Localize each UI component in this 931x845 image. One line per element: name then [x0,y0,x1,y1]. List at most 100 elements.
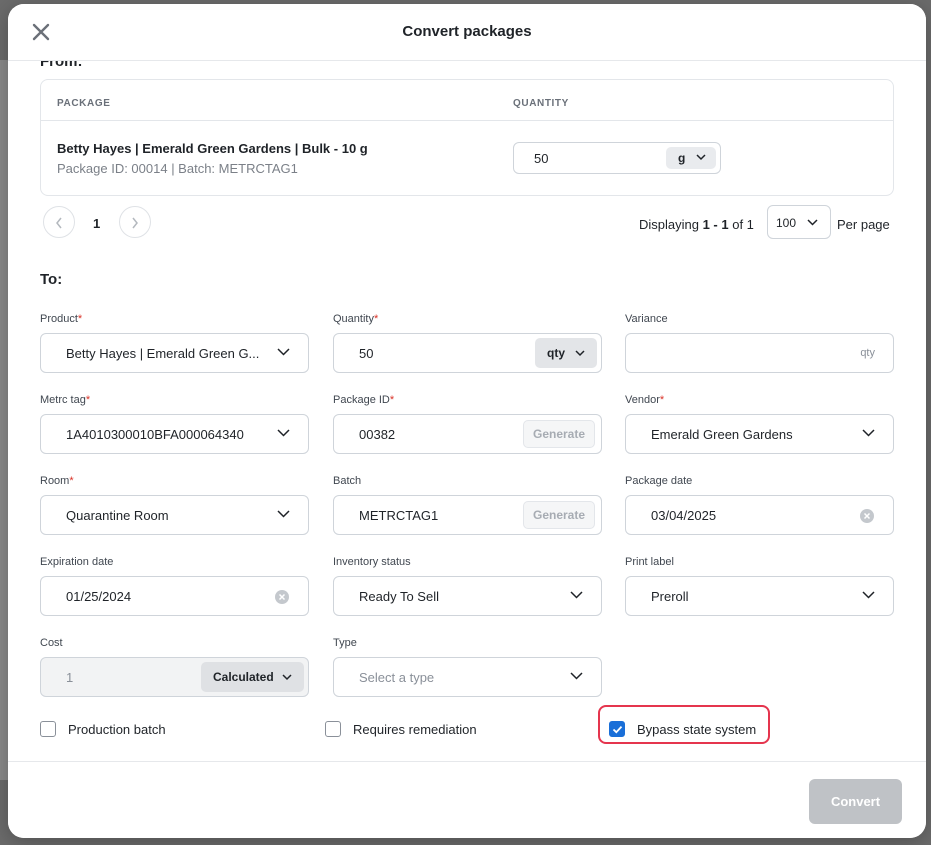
chevron-down-icon [696,154,706,161]
package-date-input[interactable]: 03/04/2025 [625,495,894,535]
variance-input[interactable]: qty [625,333,894,373]
room-label-text: Room [40,475,70,487]
batch-label: Batch [333,475,362,487]
checkmark-icon [612,725,622,733]
clear-icon[interactable] [274,589,290,605]
clear-icon[interactable] [859,508,875,524]
bypass-state-system-checkbox[interactable] [609,721,625,737]
from-heading: From: [40,61,83,70]
cost-input: 1 Calculated [40,657,309,697]
chevron-right-icon [132,217,138,229]
product-select[interactable]: Betty Hayes | Emerald Green G... [40,333,309,373]
pagination-next-button[interactable] [119,206,151,238]
per-page-value: 100 [776,216,797,230]
unit-select[interactable]: g [666,147,716,169]
to-heading: To: [40,271,63,288]
required-marker: * [659,394,665,406]
package-id-input[interactable]: 00382 Generate [333,414,602,454]
required-marker: * [85,394,91,406]
cost-mode-select[interactable]: Calculated [201,662,304,692]
modal-footer: Convert [8,761,926,838]
chevron-down-icon [570,672,583,680]
from-quantity-input[interactable]: 50 g [513,142,721,174]
pagination-prev-button[interactable] [43,206,75,238]
quantity-input[interactable]: 50 qty [333,333,602,373]
batch-input[interactable]: METRCTAG1 Generate [333,495,602,535]
chevron-down-icon [862,429,875,437]
quantity-label-text: Quantity [333,313,374,325]
batch-value: METRCTAG1 [359,508,439,523]
quantity-value: 50 [359,346,374,361]
per-page-label: Per page [837,217,890,232]
chevron-down-icon [807,219,818,226]
quantity-unit: qty [547,346,565,360]
from-packages-table: PACKAGE QUANTITY Betty Hayes | Emerald G… [40,79,894,196]
quantity-label: Quantity* [333,313,378,325]
type-label: Type [333,637,357,649]
package-id-label-text: Package ID [333,394,390,406]
package-id-label: Package ID* [333,394,394,406]
unit-value: g [678,151,686,165]
cost-mode: Calculated [213,670,274,684]
metrc-tag-select[interactable]: 1A4010300010BFA000064340 [40,414,309,454]
displaying-count: Displaying 1 - 1 of 1 [639,217,754,232]
metrc-tag-value: 1A4010300010BFA000064340 [66,427,244,442]
cost-value: 1 [66,670,74,685]
modal-title: Convert packages [402,23,532,40]
chevron-down-icon [277,510,290,518]
inventory-status-value: Ready To Sell [359,589,439,604]
room-select[interactable]: Quarantine Room [40,495,309,535]
bypass-state-system-label[interactable]: Bypass state system [637,722,756,737]
convert-packages-modal: Convert packages From: PACKAGE QUANTITY … [8,4,926,838]
generate-package-id-button[interactable]: Generate [523,420,595,448]
print-label-select[interactable]: Preroll [625,576,894,616]
quantity-unit-select[interactable]: qty [535,338,597,368]
metrc-tag-label: Metrc tag* [40,394,90,406]
pagination-current-page[interactable]: 1 [93,216,100,231]
room-label: Room* [40,475,74,487]
from-quantity-value: 50 [534,151,549,166]
vendor-select[interactable]: Emerald Green Gardens [625,414,894,454]
product-label: Product* [40,313,82,325]
print-label-label: Print label [625,556,674,568]
variance-label: Variance [625,313,668,325]
inventory-status-label: Inventory status [333,556,411,568]
package-date-value: 03/04/2025 [651,508,717,523]
inventory-status-select[interactable]: Ready To Sell [333,576,602,616]
production-batch-label[interactable]: Production batch [68,722,166,737]
table-divider [41,120,893,121]
expiration-date-input[interactable]: 01/25/2024 [40,576,309,616]
requires-remediation-checkbox[interactable] [325,721,341,737]
vendor-value: Emerald Green Gardens [651,427,793,442]
column-header-package: PACKAGE [57,98,111,109]
generate-batch-button[interactable]: Generate [523,501,595,529]
required-marker: * [389,394,395,406]
column-header-quantity: QUANTITY [513,98,569,109]
chevron-left-icon [56,217,62,229]
cost-label: Cost [40,637,63,649]
required-marker: * [69,475,74,487]
print-label-value: Preroll [651,589,689,604]
variance-suffix: qty [860,347,875,359]
chevron-down-icon [570,591,583,599]
chevron-down-icon [277,429,290,437]
modal-body[interactable]: From: PACKAGE QUANTITY Betty Hayes | Eme… [8,61,926,761]
room-value: Quarantine Room [66,508,169,523]
package-date-label: Package date [625,475,693,487]
displaying-suffix: of 1 [728,217,754,232]
type-select[interactable]: Select a type [333,657,602,697]
per-page-select[interactable]: 100 [767,205,831,239]
convert-button[interactable]: Convert [809,779,902,824]
displaying-range: 1 - 1 [702,217,729,232]
metrc-tag-label-text: Metrc tag [40,394,86,406]
expiration-date-value: 01/25/2024 [66,589,132,604]
requires-remediation-label[interactable]: Requires remediation [353,722,477,737]
chevron-down-icon [862,591,875,599]
displaying-prefix: Displaying [639,217,703,232]
required-marker: * [77,313,83,325]
chevron-down-icon [282,674,292,681]
required-marker: * [373,313,379,325]
production-batch-checkbox[interactable] [40,721,56,737]
product-value: Betty Hayes | Emerald Green G... [66,346,260,361]
chevron-down-icon [575,350,585,357]
